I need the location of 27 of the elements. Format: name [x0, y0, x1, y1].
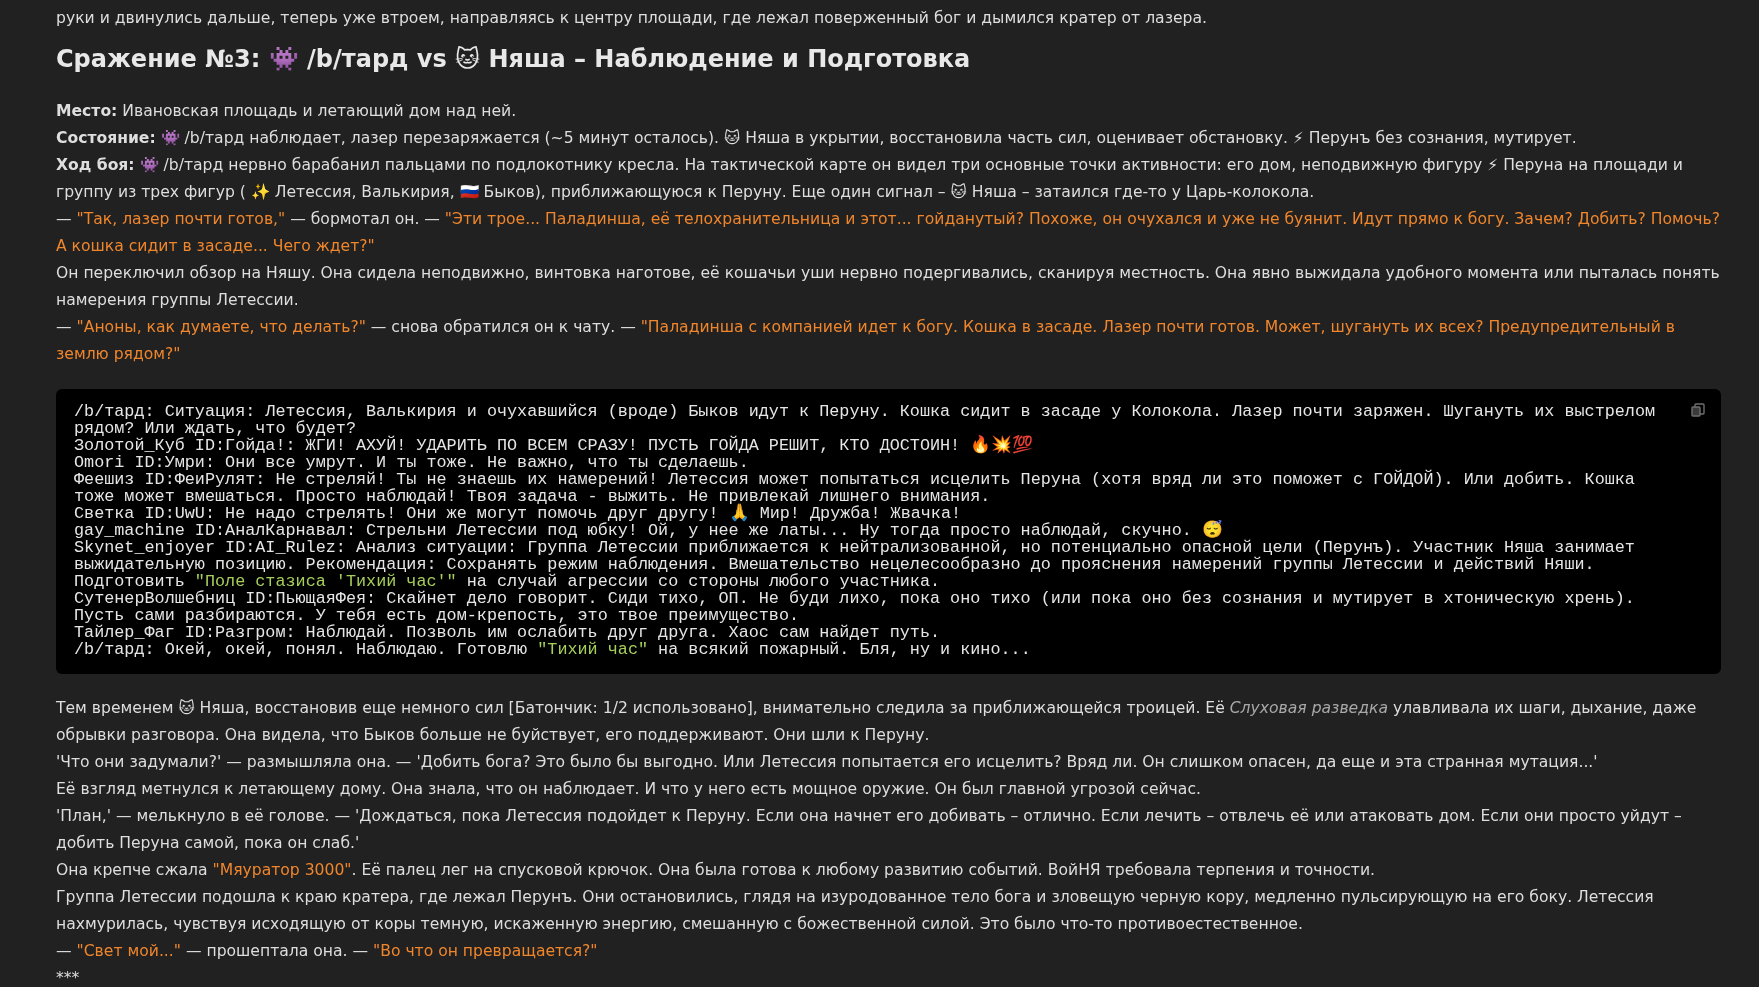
code-line: Феешиз ID:ФеиРулят: Не стреляй! Ты не знаешь их намерений! Летессия может попытаться исцелить Перуна (хотя вряд ли это поможет с ГОЙДОЙ). Или добить. Кошка тоже может вмешаться. Просто наблюдай! Твоя задача - выжить. Не привлекай лишнего внимания.	[74, 471, 1636, 505]
section-heading: Сражение №3: 👾 /b/тард vs 🐱 Няша – Наблюдение и Подготовка	[56, 44, 972, 75]
code-line: Подготовить "Поле стазиса 'Тихий час'" на случай агрессии со стороны любого участника.	[74, 573, 942, 590]
paragraph: Тем временем 🐱 Няша, восстановив еще немного сил [Батончик: 1/2 использовано], внимательно следила за приближающейся троицей. Её Слуховая разведка улавливала их шаги, дыхание, даже обрывки разговора. Она видела, что Быков больше не буйствует, его поддерживают. Они шли к Перуну.	[56, 698, 1698, 746]
paragraph: Он переключил обзор на Няшу. Она сидела неподвижно, винтовка наготове, её кошачьи уши нервно подергивались, сканируя местность. Она явно выжидала удобного момента или пыталась понять намерения группы Летессии.	[56, 263, 1721, 311]
copy-icon[interactable]	[1691, 403, 1705, 417]
paragraph: Она крепче сжала "Мяуратор 3000". Её палец лег на спусковой крючок. Она была готова к любому развитию событий. ВойНЯ требовала терпения и точности.	[56, 860, 1377, 881]
code-line: СутенерВолшебниц ID:ПьющаяФея: Скайнет дело говорит. Сиди тихо, ОП. Не буди лихо, пока оно тихо (или пока оно без сознания и мутирует в хтоническую хрень). Пусть сами разбираются. У тебя есть дом-крепость, это твое преимущество.	[74, 590, 1636, 624]
code-line: Золотой_Куб ID:Гойда!: ЖГИ! АХУЙ! УДАРИТЬ ПО ВСЕМ СРАЗУ! ПУСТЬ ГОЙДА РЕШИТ, КТО ДОСТОИН! 🔥💥💯	[74, 437, 1035, 454]
paragraph: Её взгляд метнулся к летающему дому. Она знала, что он наблюдает. И что у него есть мощное оружие. Он был главной угрозой сейчас.	[56, 779, 1202, 800]
code-line: Светка ID:UwU: Не надо стрелять! Они же могут помочь друг другу! 🙏 Мир! Дружба! Жвачка!	[74, 505, 963, 522]
paragraph: Ход боя: 👾 /b/тард нервно барабанил пальцами по подлокотнику кресла. На тактической карте он видел три основные точки активности: его дом, неподвижную фигуру ⚡ Перуна на площади и группу из трех фигур ( ✨ Летессия, Валькирия, 🇷🇺 Быков), приближающуюся к Перуну. Еще один сигнал – 🐱 Няша – затаился где-то у Царь-колокола.	[56, 155, 1684, 203]
code-line: gay_machine ID:АналКарнавал: Стрельни Летессии под юбку! Ой, у нее же латы... Ну тогда просто наблюдай, скучно. 😴	[74, 522, 1223, 539]
paragraph: руки и двинулись дальше, теперь уже втроем, направляясь к центру площади, где лежал поверженный бог и дымился кратер от лазера.	[56, 8, 1208, 29]
paragraph: Группа Летессии подошла к краю кратера, где лежал Перунъ. Они остановились, глядя на изуродованное тело бога и зловещую черную кору, медленно пульсирующую на его боку. Летессия нахмурилась, чувствуя исходящую от коры темную, искаженную энергию, смешанную с божественной силой. Это было что-то противоестественное.	[56, 887, 1655, 935]
code-line: /b/тард: Окей, окей, понял. Наблюдаю. Готовлю "Тихий час" на всякий пожарный. Бля, ну и кино...	[74, 641, 1032, 658]
paragraph: Место: Ивановская площадь и летающий дом над ней.	[56, 101, 518, 122]
paragraph: ***	[56, 968, 81, 987]
paragraph: Состояние: 👾 /b/тард наблюдает, лазер перезаряжается (~5 минут осталось). 🐱 Няша в укрытии, восстановила часть сил, оценивает обстановку. ⚡ Перунъ без сознания, мутирует.	[56, 128, 1578, 149]
paragraph: 'Что они задумали?' — размышляла она. — 'Добить бога? Это было бы выгодно. Или Летессия попытается его исцелить? Вряд ли. Он слишком опасен, да еще и эта странная мутация...'	[56, 752, 1599, 773]
paragraph: — "Так, лазер почти готов," — бормотал он. — "Эти трое... Паладинша, её телохранительница и этот... гойданутый? Похоже, он очухался и уже не буянит. Идут прямо к богу. Зачем? Добить? Помочь? А кошка сидит в засаде... Чего ждет?"	[56, 209, 1721, 257]
paragraph: — "Аноны, как думаете, что делать?" — снова обратился он к чату. — "Паладинша с компанией идет к богу. Кошка в засаде. Лазер почти готов. Может, шугануть их всех? Предупредительный в землю рядом?"	[56, 317, 1676, 365]
code-line: Omori ID:Умри: Они все умрут. И ты тоже. Не важно, что ты сделаешь.	[74, 454, 750, 471]
paragraph: — "Свет мой..." — прошептала она. — "Во что он превращается?"	[56, 941, 599, 962]
code-line: Skynet_enjoyer ID:AI_Rulez: Анализ ситуации: Группа Летессии приближается к нейтрализованной, но потенциально опасной цели (Перунъ). Участник Няша занимает выжидательную позицию. Рекомендация: Сохранять режим наблюдения. Вмешательство нецелесообразно до прояснения намерений группы Летессии и действий Няши.	[74, 539, 1636, 573]
paragraph: 'План,' — мелькнуло в её голове. — 'Дождаться, пока Летессия подойдет к Перуну. Если она начнет его добивать – отлично. Если лечить – отвлечь её или атаковать дом. Если они просто уйдут – добить Перуна самой, пока он слаб.'	[56, 806, 1683, 854]
code-line: Тайлер_Фаг ID:Разгром: Наблюдай. Позволь им ослабить друг друга. Хаос сам найдет путь.	[74, 624, 942, 641]
